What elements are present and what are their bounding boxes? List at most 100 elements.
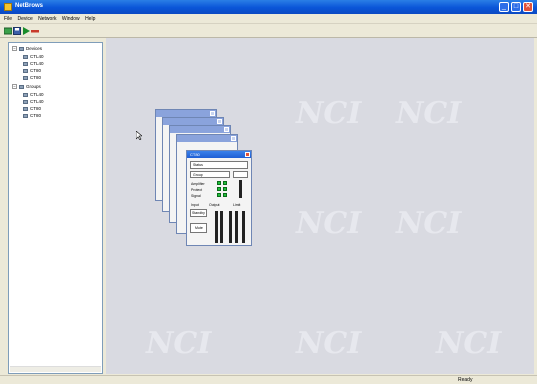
tree-group-label: Devices bbox=[26, 46, 43, 51]
device-icon bbox=[23, 61, 28, 66]
close-button[interactable]: ✕ bbox=[523, 2, 533, 12]
tree-horizontal-scrollbar[interactable] bbox=[10, 366, 101, 372]
tree-group-groups[interactable]: − Groups bbox=[12, 84, 41, 91]
app-icon bbox=[4, 3, 12, 11]
watermark: NCI bbox=[296, 96, 362, 131]
tree-item[interactable]: CTL40 bbox=[23, 99, 44, 106]
menu-bar: File Device Network Window Help bbox=[0, 14, 537, 24]
close-icon[interactable] bbox=[224, 127, 229, 132]
tree-item[interactable]: CTL40 bbox=[23, 92, 44, 99]
watermark: NCI bbox=[296, 326, 362, 361]
device-icon bbox=[23, 54, 28, 59]
status-led bbox=[217, 181, 221, 185]
device-icon bbox=[23, 106, 28, 111]
menu-network[interactable]: Network bbox=[38, 16, 56, 22]
close-icon[interactable] bbox=[217, 119, 222, 124]
status-led bbox=[217, 187, 221, 191]
row-label: Signal bbox=[191, 194, 201, 198]
expander-icon[interactable]: − bbox=[12, 46, 17, 52]
device-icon bbox=[23, 92, 28, 97]
output-meter bbox=[229, 211, 232, 243]
meter-label: Limit bbox=[233, 203, 241, 207]
device-window-titlebar[interactable] bbox=[163, 118, 223, 125]
mute-label: Mute bbox=[195, 226, 203, 230]
input-meter bbox=[215, 211, 218, 243]
device-window-title: CT80 bbox=[190, 152, 200, 157]
status-led bbox=[217, 193, 221, 197]
status-led bbox=[223, 187, 227, 191]
watermark: NCI bbox=[296, 206, 362, 241]
group-label: Group bbox=[193, 173, 203, 177]
device-tree[interactable]: − Devices CTL40 CTL40 CT80 CT80 − Groups C… bbox=[8, 42, 103, 374]
status-text: Ready bbox=[458, 377, 473, 383]
tree-item-label: CTL40 bbox=[30, 61, 44, 66]
close-icon[interactable] bbox=[210, 111, 215, 116]
menu-window[interactable]: Window bbox=[62, 16, 80, 22]
device-window-titlebar[interactable] bbox=[170, 126, 230, 133]
tree-item-label: CT80 bbox=[30, 113, 42, 118]
folder-icon bbox=[19, 46, 24, 51]
tree-item-label: CT80 bbox=[30, 68, 42, 73]
mouse-cursor-icon bbox=[136, 131, 142, 140]
status-header-label: Status bbox=[193, 163, 203, 167]
tree-item-label: CT80 bbox=[30, 75, 42, 80]
row-label: Protect bbox=[191, 188, 203, 192]
tree-item-label: CTL40 bbox=[30, 92, 44, 97]
folder-icon bbox=[19, 84, 24, 89]
tree-item-label: CT80 bbox=[30, 106, 42, 111]
meter-label: Input bbox=[191, 203, 199, 207]
stop-icon[interactable] bbox=[31, 27, 39, 35]
device-icon bbox=[23, 75, 28, 80]
play-icon[interactable] bbox=[22, 27, 30, 35]
meter-label: Output bbox=[209, 203, 220, 207]
watermark: NCI bbox=[436, 326, 502, 361]
save-icon[interactable] bbox=[13, 27, 21, 35]
tree-group-devices[interactable]: − Devices bbox=[12, 46, 42, 53]
close-icon[interactable] bbox=[245, 152, 250, 157]
output-meter bbox=[235, 211, 238, 243]
tree-item-label: CTL40 bbox=[30, 99, 44, 104]
tree-group-label: Groups bbox=[26, 84, 41, 89]
maximize-button[interactable]: □ bbox=[511, 2, 521, 12]
mode-box[interactable] bbox=[233, 171, 248, 178]
watermark: NCI bbox=[396, 96, 462, 131]
standby-button[interactable]: Standby bbox=[190, 209, 207, 217]
menu-help[interactable]: Help bbox=[85, 16, 95, 22]
device-icon bbox=[23, 68, 28, 73]
standby-label: Standby bbox=[192, 211, 205, 215]
input-meter bbox=[220, 211, 223, 243]
connect-icon[interactable] bbox=[4, 27, 12, 35]
status-header: Status bbox=[190, 161, 248, 169]
row-label: Amplifier bbox=[191, 182, 205, 186]
tree-item[interactable]: CT80 bbox=[23, 68, 41, 75]
tree-item-label: CTL40 bbox=[30, 54, 44, 59]
device-window-titlebar[interactable] bbox=[177, 135, 237, 142]
menu-file[interactable]: File bbox=[4, 16, 12, 22]
tree-item[interactable]: CTL40 bbox=[23, 61, 44, 68]
watermark: NCI bbox=[396, 206, 462, 241]
watermark: NCI bbox=[146, 326, 212, 361]
minimize-button[interactable]: _ bbox=[499, 2, 509, 12]
status-bar: Ready bbox=[0, 375, 537, 384]
tree-item[interactable]: CT80 bbox=[23, 106, 41, 113]
close-icon[interactable] bbox=[231, 136, 236, 141]
title-bar: NetBrows _ □ ✕ bbox=[0, 0, 537, 14]
device-window-front[interactable]: CT80 Status Group Amplifier Protect Sign… bbox=[186, 150, 252, 246]
group-selector[interactable]: Group bbox=[190, 171, 230, 178]
expander-icon[interactable]: − bbox=[12, 84, 17, 90]
toolbar bbox=[0, 24, 537, 38]
tree-item[interactable]: CT80 bbox=[23, 75, 41, 82]
level-meter bbox=[239, 180, 242, 198]
window-title: NetBrows bbox=[15, 3, 44, 9]
status-led bbox=[223, 181, 227, 185]
device-window-titlebar[interactable]: CT80 bbox=[187, 151, 251, 158]
device-window-titlebar[interactable] bbox=[156, 110, 216, 117]
device-icon bbox=[23, 99, 28, 104]
status-led bbox=[223, 193, 227, 197]
tree-item[interactable]: CT80 bbox=[23, 113, 41, 120]
tree-item[interactable]: CTL40 bbox=[23, 54, 44, 61]
mute-button[interactable]: Mute bbox=[190, 223, 207, 233]
device-icon bbox=[23, 113, 28, 118]
limit-meter bbox=[242, 211, 245, 243]
menu-device[interactable]: Device bbox=[17, 16, 32, 22]
